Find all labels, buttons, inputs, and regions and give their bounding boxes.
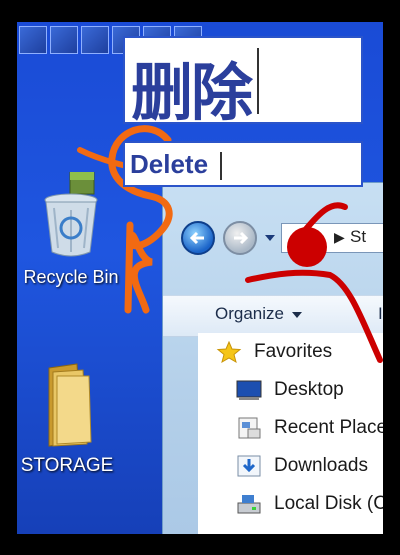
navigation-pane: Favorites Desktop Recent Places: [198, 333, 383, 534]
recent-pages-dropdown[interactable]: [265, 235, 275, 241]
storage-label: STORAGE: [20, 455, 114, 476]
arrow-left-icon: [189, 231, 204, 245]
downloads-icon: [237, 455, 261, 477]
chinese-label-edit-box[interactable]: 删除: [123, 36, 363, 129]
nav-item-recent-places[interactable]: Recent Places: [236, 415, 383, 441]
folder-icon: [296, 230, 314, 244]
local-disk-icon: [237, 495, 261, 514]
address-bar[interactable]: ▶ St: [281, 223, 383, 253]
nav-item-label: Favorites: [254, 341, 333, 362]
text-caret: [220, 152, 222, 180]
tile[interactable]: [81, 26, 109, 54]
chinese-delete-text: 删除: [131, 56, 253, 129]
tile[interactable]: [50, 26, 78, 54]
storage-folder-desktop-icon[interactable]: STORAGE: [17, 362, 117, 477]
nav-item-label: Local Disk (C:): [274, 493, 383, 514]
english-label-edit-box[interactable]: Delete: [123, 141, 363, 187]
folder-icon: [48, 363, 92, 447]
recycle-bin-label: Recycle Bin: [23, 267, 119, 287]
organize-menu-button[interactable]: Organize: [215, 304, 302, 324]
explorer-window: ▶ St Organize In Favorites Desktop: [162, 182, 383, 534]
recent-places-icon: [238, 417, 261, 439]
recycle-bin-icon: [44, 171, 98, 257]
nav-item-label: Recent Places: [274, 417, 383, 438]
delete-text: Delete: [130, 149, 209, 179]
include-in-library-button[interactable]: In: [378, 304, 383, 324]
nav-item-desktop[interactable]: Desktop: [236, 377, 344, 403]
nav-item-downloads[interactable]: Downloads: [236, 453, 368, 479]
recycle-bin-desktop-icon[interactable]: Recycle Bin: [17, 171, 131, 288]
navigation-bar: ▶ St: [173, 217, 383, 257]
nav-item-favorites[interactable]: Favorites: [216, 339, 332, 365]
text-caret: [257, 48, 259, 114]
tile[interactable]: [19, 26, 47, 54]
forward-button[interactable]: [223, 221, 257, 255]
organize-label: Organize: [215, 304, 284, 323]
nav-item-local-disk[interactable]: Local Disk (C:): [236, 491, 383, 517]
back-button[interactable]: [181, 221, 215, 255]
address-segment[interactable]: St: [350, 227, 366, 247]
arrow-right-icon: [234, 231, 249, 245]
command-bar: Organize In: [163, 295, 383, 337]
desktop-icon: [236, 380, 262, 400]
star-icon: [216, 341, 242, 363]
chevron-right-icon[interactable]: ▶: [334, 230, 345, 246]
nav-item-label: Downloads: [274, 455, 368, 476]
nav-item-label: Desktop: [274, 379, 344, 400]
chevron-down-icon: [291, 311, 302, 318]
